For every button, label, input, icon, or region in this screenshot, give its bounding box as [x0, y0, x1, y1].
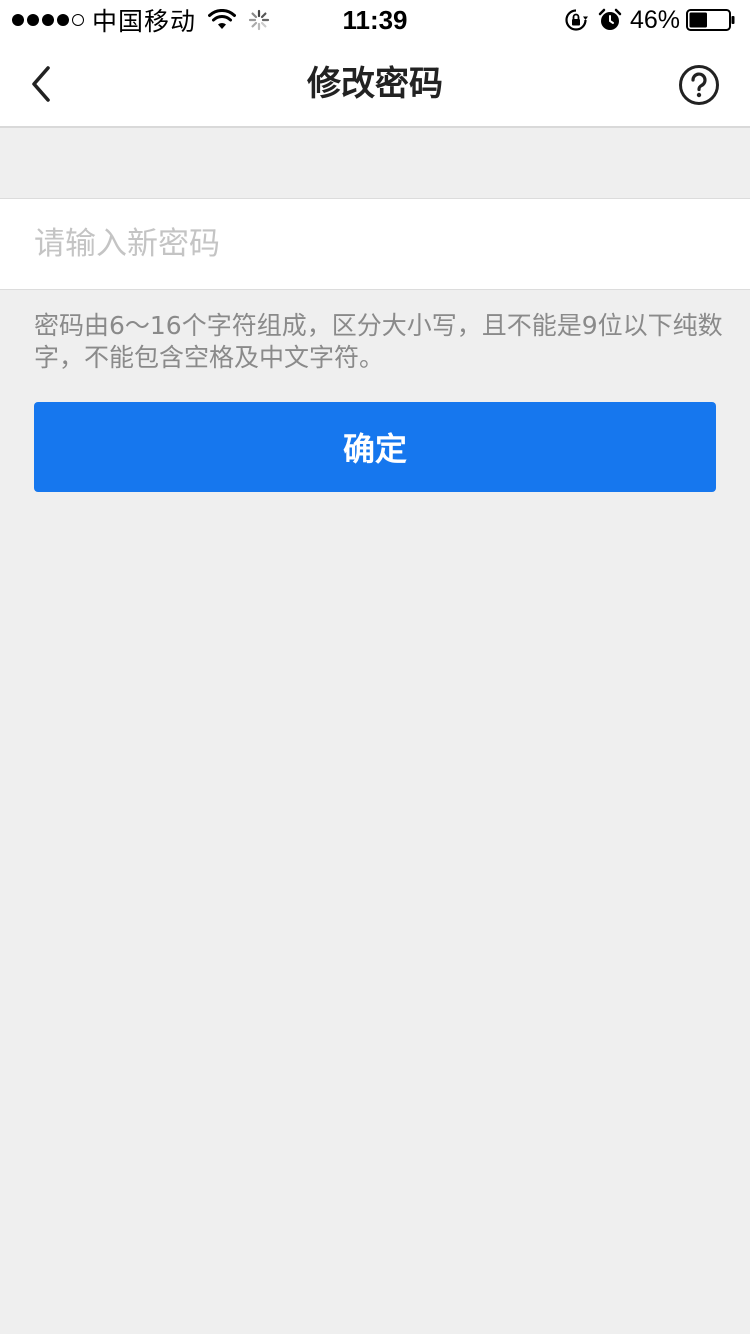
alarm-icon	[598, 8, 622, 30]
loading-spinner-icon	[248, 9, 270, 31]
rotation-lock-icon	[565, 9, 588, 31]
wifi-icon	[208, 9, 237, 29]
carrier-name: 中国移动	[92, 8, 197, 36]
new-password-input[interactable]	[34, 199, 714, 289]
status-bar: 中国移动 11:39 46%	[0, 0, 750, 40]
battery-percentage: 46%	[629, 5, 680, 34]
back-chevron-icon[interactable]	[24, 60, 64, 108]
status-bar-right: 46%	[554, 0, 736, 40]
signal-dot	[42, 14, 54, 26]
help-icon[interactable]	[678, 64, 720, 106]
signal-strength-icon	[12, 14, 84, 26]
signal-dot	[57, 14, 69, 26]
signal-dot-empty	[72, 14, 84, 26]
battery-icon	[686, 9, 735, 31]
password-rule-hint: 密码由6～16个字符组成，区分大小写，且不能是9位以下纯数字，不能包含空格及中文…	[34, 311, 723, 372]
navigation-bar: 修改密码	[0, 40, 750, 128]
page-title: 修改密码	[307, 64, 443, 104]
new-password-row	[0, 198, 750, 290]
status-bar-left: 中国移动	[12, 0, 270, 40]
confirm-button[interactable]: 确定	[34, 402, 716, 492]
signal-dot	[12, 14, 24, 26]
change-password-page: 中国移动 11:39 46% 修改密码 密码由6～16个字符组成，区分大小写，且…	[0, 0, 750, 1334]
signal-dot	[27, 14, 39, 26]
